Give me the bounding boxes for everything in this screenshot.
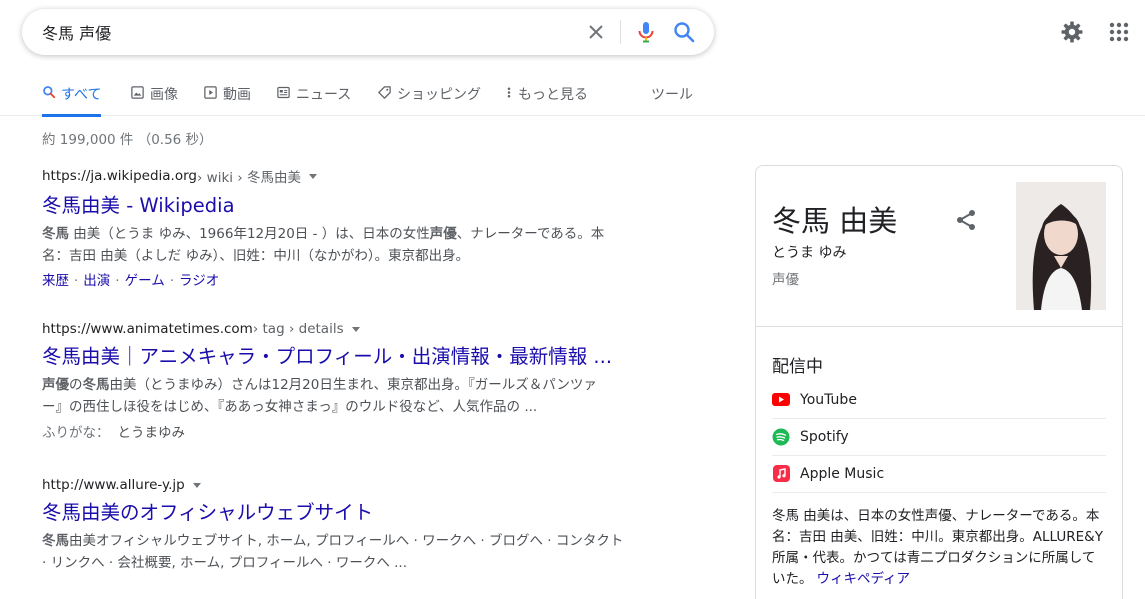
url-base: https://ja.wikipedia.org: [42, 168, 197, 184]
share-icon: [957, 210, 975, 230]
tab-all[interactable]: すべて: [42, 76, 102, 117]
snippet-bold: 冬馬: [82, 377, 110, 393]
tab-label: ショッピング: [397, 87, 481, 103]
tab-label: もっと見る: [518, 87, 588, 103]
snippet-text: 、ナレーターである。本: [456, 226, 605, 242]
result-snippet: 声優の冬馬由美（とうまゆみ）さんは12月20日生まれ、東京都出身。『ガールズ＆パ…: [42, 374, 652, 418]
knowledge-panel: 冬馬 由美 とうま ゆみ 声優 配信中 YouTube Spotify Appl…: [755, 165, 1123, 599]
search-input[interactable]: [42, 9, 562, 55]
search-button[interactable]: [672, 20, 696, 44]
caret-down-icon[interactable]: [309, 173, 318, 179]
apple-music-icon: [772, 465, 790, 483]
sitelink[interactable]: 出演: [83, 273, 110, 289]
portrait-image: [1016, 182, 1106, 310]
tab-label: ニュース: [296, 87, 352, 103]
close-icon: [589, 25, 603, 39]
apps-grid-icon: [1109, 22, 1129, 42]
service-divider: [772, 492, 1106, 493]
result-url[interactable]: https://www.animatetimes.com › tag › det…: [42, 321, 652, 337]
kp-reading: とうま ゆみ: [772, 245, 847, 261]
image-icon: [131, 86, 144, 99]
snippet-bold: 声優: [429, 226, 457, 242]
url-base: http://www.allure-y.jp: [42, 477, 185, 493]
caret-down-icon[interactable]: [351, 326, 360, 332]
tag-icon: [378, 86, 391, 99]
result-title[interactable]: 冬馬由美｜アニメキャラ・プロフィール・出演情報・最新情報 ...: [42, 344, 652, 370]
service-spotify[interactable]: Spotify: [772, 418, 1106, 455]
tab-label: すべて: [61, 87, 102, 103]
tab-label: ツール: [651, 87, 693, 103]
result-stats: 約 199,000 件 （0.56 秒）: [42, 132, 213, 148]
youtube-icon: [772, 391, 790, 409]
searchbar-divider: [620, 20, 621, 44]
kp-type: 声優: [772, 272, 799, 288]
snippet-text: 名：吉田 由美（よしだ ゆみ）、旧姓：中川（なかがわ）。東京都出身。: [42, 248, 470, 264]
result-url[interactable]: http://www.allure-y.jp: [42, 477, 652, 493]
streaming-heading: 配信中: [772, 357, 823, 377]
news-icon: [277, 86, 290, 99]
settings-button[interactable]: [1060, 20, 1084, 44]
snippet-text: 由美オフィシャルウェブサイト, ホーム, プロフィールへ · ワークへ · ブロ…: [69, 533, 624, 549]
snippet-bold: 声優: [42, 377, 69, 393]
tab-images[interactable]: 画像: [130, 76, 178, 116]
sitelink[interactable]: ラジオ: [179, 273, 219, 289]
tab-shopping[interactable]: ショッピング: [377, 76, 481, 116]
tab-news[interactable]: ニュース: [276, 76, 351, 116]
search-tabs: すべて 画像 動画 ニュース ショッピング もっと見る ツール: [0, 76, 1145, 117]
url-base: https://www.animatetimes.com: [42, 321, 253, 337]
search-icon: [674, 22, 695, 43]
result-snippet: 冬馬由美オフィシャルウェブサイト, ホーム, プロフィールへ · ワークへ · …: [42, 530, 652, 574]
search-bar: [22, 9, 714, 55]
snippet-text: 由美（とうまゆみ）さんは12月20日生まれ、東京都出身。『ガールズ＆パンツァ: [109, 377, 597, 393]
video-icon: [204, 86, 217, 99]
apps-button[interactable]: [1107, 20, 1131, 44]
sitelink[interactable]: ゲーム: [125, 273, 165, 289]
tab-more[interactable]: もっと見る: [505, 76, 588, 116]
search-icon: [43, 86, 56, 99]
snippet-text: の: [69, 377, 83, 393]
gear-icon: [1061, 21, 1083, 43]
tab-videos[interactable]: 動画: [203, 76, 251, 116]
clear-search-button[interactable]: [584, 20, 608, 44]
result-title[interactable]: 冬馬由美のオフィシャルウェブサイト: [42, 500, 652, 526]
tab-label: 画像: [150, 87, 178, 103]
result-url[interactable]: https://ja.wikipedia.org › wiki › 冬馬由美: [42, 166, 652, 186]
extra-label: ふりがな：: [42, 425, 110, 441]
extra-value: とうまゆみ: [117, 425, 186, 441]
service-apple-music[interactable]: Apple Music: [772, 455, 1106, 492]
service-label: YouTube: [800, 391, 857, 408]
more-vert-icon: [507, 87, 511, 98]
search-result: https://www.animatetimes.com › tag › det…: [42, 321, 652, 441]
snippet-bold: 冬馬: [42, 533, 69, 549]
url-crumb: › tag › details: [252, 321, 344, 337]
share-button[interactable]: [954, 208, 978, 232]
service-youtube[interactable]: YouTube: [772, 381, 1106, 418]
caret-down-icon[interactable]: [192, 482, 201, 488]
kp-divider: [756, 326, 1122, 327]
result-snippet: 冬馬 由美（とうま ゆみ、1966年12月20日 - ）は、日本の女性声優、ナレ…: [42, 223, 652, 267]
tab-label: 動画: [223, 87, 251, 103]
wikipedia-link[interactable]: ウィキペディア: [817, 571, 911, 587]
spotify-icon: [772, 428, 790, 446]
mic-icon: [638, 22, 654, 43]
search-result: http://www.allure-y.jp 冬馬由美のオフィシャルウェブサイト…: [42, 477, 652, 574]
kp-description: 冬馬 由美は、日本の女性声優、ナレーターである。本名：吉田 由美、旧姓：中川。東…: [772, 506, 1106, 590]
service-label: Apple Music: [800, 465, 885, 482]
url-crumb: › wiki › 冬馬由美: [196, 170, 302, 186]
snippet-text: ー』の西住しほ役をはじめ、『ああっ女神さまっ』のウルド役など、人気作品の ...: [42, 399, 538, 415]
snippet-bold: 冬馬: [42, 226, 69, 242]
snippet-text: 由美（とうま ゆみ、1966年12月20日 - ）は、日本の女性: [69, 226, 430, 242]
sitelinks: 来歴 · 出演 · ゲーム · ラジオ: [42, 273, 220, 289]
result-extra: ふりがな： とうまゆみ: [42, 421, 652, 441]
result-title[interactable]: 冬馬由美 - Wikipedia: [42, 193, 652, 219]
search-result: https://ja.wikipedia.org › wiki › 冬馬由美 冬…: [42, 166, 652, 289]
tab-tools[interactable]: ツール: [651, 76, 693, 116]
service-label: Spotify: [800, 428, 849, 445]
sitelink[interactable]: 来歴: [42, 273, 69, 289]
profile-photo[interactable]: [1016, 182, 1106, 310]
kp-title: 冬馬 由美: [772, 204, 898, 238]
snippet-text: · リンクへ · 会社概要, ホーム, プロフィールへ · ワークへ ...: [42, 555, 407, 571]
voice-search-button[interactable]: [634, 20, 658, 44]
